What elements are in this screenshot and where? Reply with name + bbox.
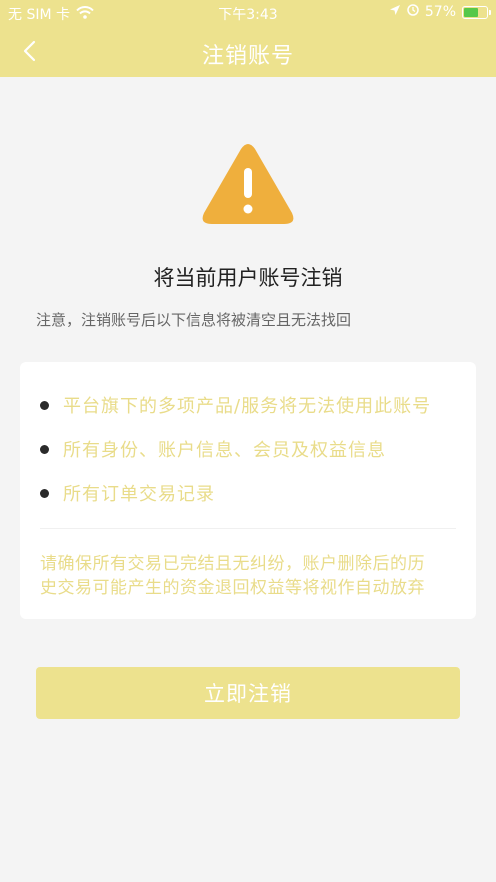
bullet-dot: [40, 444, 49, 454]
list-item-text: 所有身份、账户信息、会员及权益信息: [63, 440, 386, 461]
divider: [40, 528, 456, 529]
bullet-dot: [40, 488, 49, 498]
list-item-text: 平台旗下的多项产品/服务将无法使用此账号: [63, 396, 432, 417]
confirm-cancel-account-button[interactable]: 立即注销: [36, 667, 460, 719]
list-item: 平台旗下的多项产品/服务将无法使用此账号: [40, 392, 431, 418]
page-title: 注销账号: [201, 44, 294, 69]
warning-line: 史交易可能产生的资金退回权益等将视作自动放弃: [40, 578, 425, 598]
list-item: 所有身份、账户信息、会员及权益信息: [40, 436, 386, 462]
status-right: 57%: [389, 4, 491, 20]
location-arrow-icon: [389, 4, 401, 20]
battery-percent: 57%: [424, 4, 456, 20]
alarm-icon: [407, 4, 419, 20]
list-item: 所有订单交易记录: [40, 480, 215, 506]
status-bar: 无 SIM 卡 下午3:43 57%: [0, 0, 496, 26]
info-card: 平台旗下的多项产品/服务将无法使用此账号 所有身份、账户信息、会员及权益信息 所…: [20, 362, 476, 619]
heading: 将当前用户账号注销: [153, 266, 343, 290]
warning-triangle-icon: [201, 142, 295, 230]
warning-line: 请确保所有交易已完结且无纠纷，账户删除后的历: [40, 554, 425, 574]
battery-icon: [462, 5, 491, 19]
list-item-text: 所有订单交易记录: [63, 484, 215, 505]
nav-bar: 注销账号: [0, 26, 496, 77]
bullet-dot: [40, 400, 49, 410]
notice-text: 注意，注销账号后以下信息将被清空且无法找回: [36, 311, 352, 329]
warning-text: 请确保所有交易已完结且无纠纷，账户删除后的历 史交易可能产生的资金退回权益等将视…: [40, 552, 460, 600]
